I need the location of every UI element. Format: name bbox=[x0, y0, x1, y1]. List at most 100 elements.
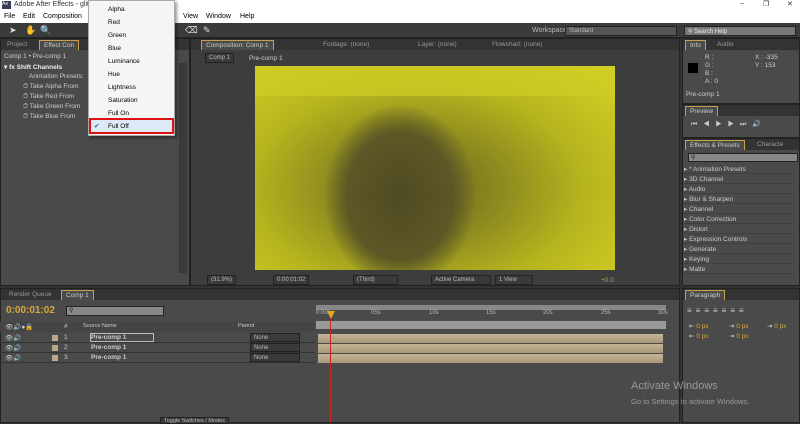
effect-category[interactable]: ▸ * Animation Presets bbox=[684, 165, 794, 174]
alignment-buttons[interactable]: ≡≡≡≡≡≡≡ bbox=[687, 306, 748, 315]
tab-effects-presets[interactable]: Effects & Presets bbox=[685, 140, 745, 150]
space-after-field[interactable]: ⇥ 0 px bbox=[729, 332, 749, 340]
selection-tool-icon[interactable]: ➤ bbox=[9, 25, 17, 36]
tab-project[interactable]: Project bbox=[3, 40, 31, 50]
label-color[interactable] bbox=[52, 335, 58, 341]
menu-item-full-off[interactable]: Full Off bbox=[108, 123, 129, 130]
current-time-display[interactable]: 0:00:01:02 bbox=[273, 275, 310, 285]
close-button[interactable]: ✕ bbox=[787, 0, 793, 8]
menu-item-red[interactable]: Red bbox=[108, 19, 120, 26]
time-tick: 15s bbox=[486, 310, 496, 316]
parent-select[interactable]: None bbox=[250, 353, 300, 362]
tab-footage[interactable]: Footage: (none) bbox=[319, 40, 373, 50]
menu-item-saturation[interactable]: Saturation bbox=[108, 97, 138, 104]
property-take-blue[interactable]: ⏱ Take Blue From bbox=[23, 113, 75, 121]
layer-name[interactable]: Pre-comp 1 bbox=[90, 333, 154, 342]
preview-controls[interactable]: ⏮◀▶▶⏭🔊 bbox=[691, 120, 767, 129]
indent-left-field[interactable]: ⇤ 0 px bbox=[689, 322, 709, 330]
magnification-select[interactable]: (31.9%) bbox=[207, 275, 237, 285]
menu-file[interactable]: File bbox=[4, 13, 15, 20]
parent-select[interactable]: None bbox=[250, 343, 300, 352]
menu-item-lightness[interactable]: Lightness bbox=[108, 84, 136, 91]
layer-name[interactable]: Pre-comp 1 bbox=[91, 344, 126, 351]
effects-search-input[interactable]: ⚲ bbox=[688, 153, 798, 162]
menu-help[interactable]: Help bbox=[240, 13, 254, 20]
crumb-comp1[interactable]: Comp 1 bbox=[205, 53, 235, 63]
composition-viewer[interactable] bbox=[255, 66, 615, 270]
menu-view[interactable]: View bbox=[183, 13, 198, 20]
menu-edit[interactable]: Edit bbox=[23, 13, 35, 20]
menu-item-luminance[interactable]: Luminance bbox=[108, 58, 140, 65]
menu-item-full-on[interactable]: Full On bbox=[108, 110, 129, 117]
zoom-tool-icon[interactable]: 🔍 bbox=[40, 25, 51, 36]
effect-category[interactable]: ▸ Matte bbox=[684, 265, 794, 274]
timeline-search-input[interactable]: ⚲ bbox=[66, 306, 164, 316]
label-color[interactable] bbox=[52, 345, 58, 351]
crumb-precomp1[interactable]: Pre-comp 1 bbox=[249, 55, 283, 62]
menu-composition[interactable]: Composition bbox=[43, 13, 82, 20]
effect-category[interactable]: ▸ 3D Channel bbox=[684, 175, 794, 184]
layer-row[interactable]: 👁🔊 3 Pre-comp 1 None bbox=[0, 353, 315, 363]
puppet-tool-icon[interactable]: ✎ bbox=[203, 25, 211, 36]
exposure-value[interactable]: +0.0 bbox=[601, 277, 614, 284]
property-take-red[interactable]: ⏱ Take Red From bbox=[23, 93, 74, 101]
menu-item-blue[interactable]: Blue bbox=[108, 45, 121, 52]
timeline-current-time[interactable]: 0:00:01:02 bbox=[6, 305, 55, 316]
tab-layer[interactable]: Layer: (none) bbox=[414, 40, 461, 50]
visibility-icon[interactable]: 👁🔊 bbox=[5, 334, 21, 342]
layer-duration-bar[interactable] bbox=[318, 354, 663, 363]
time-tick: 20s bbox=[543, 310, 553, 316]
time-tick: 05s bbox=[371, 310, 381, 316]
maximize-button[interactable]: ❐ bbox=[763, 0, 769, 8]
visibility-icon[interactable]: 👁🔊 bbox=[5, 344, 21, 352]
camera-select[interactable]: Active Camera bbox=[431, 275, 491, 285]
effect-category[interactable]: ▸ Audio bbox=[684, 185, 794, 194]
layer-name[interactable]: Pre-comp 1 bbox=[91, 354, 126, 361]
indent-first-field[interactable]: ⇥ 0 px bbox=[729, 322, 749, 330]
layer-row[interactable]: 👁🔊 1 Pre-comp 1 None bbox=[0, 333, 315, 343]
eraser-tool-icon[interactable]: ⌫ bbox=[185, 25, 198, 36]
layer-row[interactable]: 👁🔊 2 Pre-comp 1 None bbox=[0, 343, 315, 353]
views-select[interactable]: 1 View bbox=[495, 275, 533, 285]
search-help-input[interactable]: ⚲ Search Help bbox=[684, 26, 796, 36]
hand-tool-icon[interactable]: ✋ bbox=[25, 25, 36, 36]
effect-category[interactable]: ▸ Color Correction bbox=[684, 215, 794, 224]
tab-flowchart[interactable]: Flowchart: (none) bbox=[488, 40, 547, 50]
effect-category[interactable]: ▸ Expression Controls bbox=[684, 235, 794, 244]
menu-item-alpha[interactable]: Alpha bbox=[108, 6, 125, 13]
property-take-alpha[interactable]: ⏱ Take Alpha From bbox=[23, 83, 79, 91]
time-tick: 30s bbox=[658, 310, 668, 316]
indent-right-field[interactable]: ⇥ 0 px bbox=[767, 322, 787, 330]
tab-render-queue[interactable]: Render Queue bbox=[5, 290, 56, 300]
workspace-select[interactable]: Standard bbox=[565, 26, 677, 36]
tab-effect-controls[interactable]: Effect Con bbox=[39, 40, 80, 50]
visibility-icon[interactable]: 👁🔊 bbox=[5, 354, 21, 362]
tab-composition[interactable]: Composition: Comp 1 bbox=[201, 40, 274, 50]
effect-category[interactable]: ▸ Distort bbox=[684, 225, 794, 234]
tab-preview[interactable]: Preview bbox=[685, 106, 719, 116]
timeline-nav-bar[interactable] bbox=[316, 321, 666, 329]
menu-window[interactable]: Window bbox=[206, 13, 231, 20]
tab-paragraph[interactable]: Paragraph bbox=[685, 290, 726, 300]
menu-item-hue[interactable]: Hue bbox=[108, 71, 120, 78]
effect-category[interactable]: ▸ Generate bbox=[684, 245, 794, 254]
effect-category[interactable]: ▸ Keying bbox=[684, 255, 794, 264]
layer-duration-bar[interactable] bbox=[318, 334, 663, 343]
tab-info[interactable]: Info bbox=[685, 40, 706, 50]
tab-audio[interactable]: Audio bbox=[713, 40, 738, 50]
property-take-green[interactable]: ⏱ Take Green From bbox=[23, 103, 80, 111]
minimize-button[interactable]: – bbox=[740, 0, 744, 7]
label-color[interactable] bbox=[52, 355, 58, 361]
tab-comp1-timeline[interactable]: Comp 1 bbox=[61, 290, 94, 300]
menu-item-green[interactable]: Green bbox=[108, 32, 126, 39]
scrollbar[interactable] bbox=[179, 63, 187, 273]
current-time-indicator[interactable] bbox=[330, 318, 331, 423]
effect-category[interactable]: ▸ Blur & Sharpen bbox=[684, 195, 794, 204]
effect-shift-channels[interactable]: ▾ fx Shift Channels bbox=[4, 63, 62, 71]
layer-duration-bar[interactable] bbox=[318, 344, 663, 353]
effect-category[interactable]: ▸ Channel bbox=[684, 205, 794, 214]
resolution-select[interactable]: (Third) bbox=[353, 275, 398, 285]
tab-character[interactable]: Characte bbox=[753, 140, 787, 150]
space-before-field[interactable]: ⇤ 0 px bbox=[689, 332, 709, 340]
parent-select[interactable]: None bbox=[250, 333, 300, 342]
